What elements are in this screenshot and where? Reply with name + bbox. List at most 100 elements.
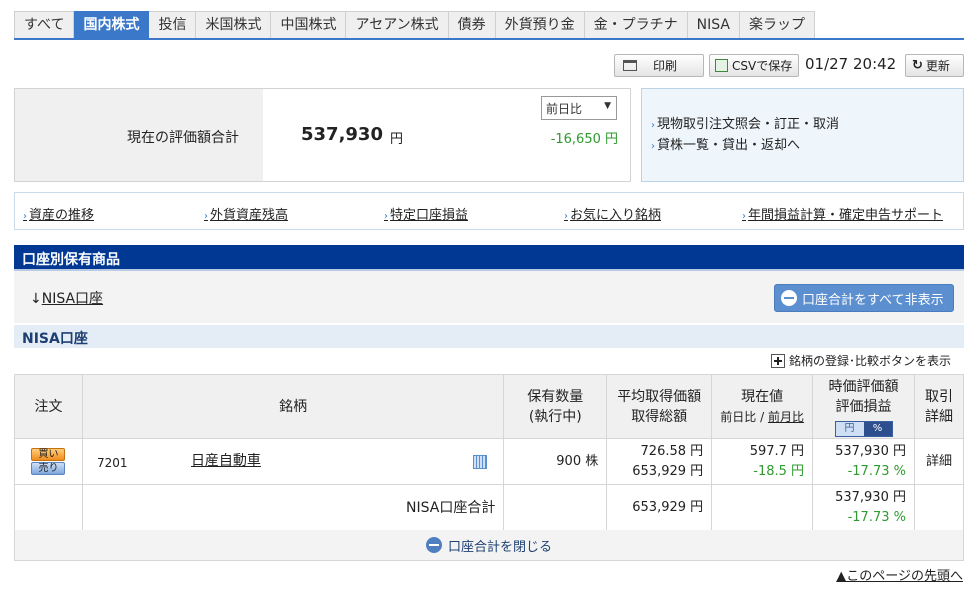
asset-history-label: 資産の推移	[29, 208, 95, 223]
executing-header-label: (執行中)	[528, 408, 582, 425]
tab-funds[interactable]: 投信	[149, 11, 197, 39]
order-inquiry-label: 現物取引注文照会・訂正・取消	[657, 117, 840, 132]
detail-link[interactable]: 詳細	[914, 438, 964, 485]
refresh-button[interactable]: ↻ 更新	[905, 54, 964, 77]
change-period-switch: 前日比 / 前月比	[712, 407, 812, 427]
sell-button[interactable]: 売り	[31, 462, 66, 475]
tab-us-stocks[interactable]: 米国株式	[196, 11, 272, 39]
tab-bonds[interactable]: 債券	[448, 11, 496, 39]
col-header-quantity: 保有数量 (執行中)	[503, 374, 608, 439]
last-updated-time: 01/27 20:42	[805, 55, 897, 73]
calculator-icon[interactable]	[472, 455, 487, 469]
compare-period-select[interactable]: 前日比 ▼	[541, 96, 617, 120]
stock-lending-link[interactable]: › 貸株一覧・貸出・返却へ	[651, 136, 963, 157]
arrow-right-icon: ›	[651, 120, 655, 131]
total-valuation-value: 537,930	[301, 124, 383, 145]
close-account-total-label: 口座合計を閉じる	[447, 539, 552, 555]
tab-domestic-stocks[interactable]: 国内株式	[74, 11, 150, 39]
refresh-label: 更新	[925, 59, 950, 73]
order-cell: 買い 売り	[14, 438, 83, 485]
account-total-value: 537,930 円	[835, 489, 906, 505]
empty-cell	[14, 484, 83, 531]
yen-percent-toggle: 円 %	[834, 420, 893, 437]
tab-china-stocks[interactable]: 中国株式	[271, 11, 347, 39]
buy-button[interactable]: 買い	[31, 448, 66, 461]
empty-cell	[503, 484, 608, 531]
fx-assets-label: 外貨資産残高	[210, 208, 289, 223]
csv-save-button[interactable]: CSVで保存	[709, 54, 799, 77]
tab-rakuwrap[interactable]: 楽ラップ	[739, 11, 815, 39]
tab-all[interactable]: すべて	[14, 11, 75, 39]
arrow-right-icon: ›	[23, 211, 27, 222]
table-row: 買い 売り 7201 日産自動車 900 株 726.58 円 653,929 …	[14, 438, 964, 485]
stock-code: 7201	[96, 456, 128, 470]
nisa-account-label: NISA口座	[41, 291, 104, 307]
tab-asean-stocks[interactable]: アセアン株式	[346, 11, 449, 39]
stock-lending-label: 貸株一覧・貸出・返却へ	[657, 138, 801, 153]
arrow-right-icon: ›	[742, 211, 746, 222]
total-cost-value: 653,929 円	[632, 463, 704, 479]
fx-assets-link[interactable]: › 外貨資産残高	[204, 204, 288, 223]
show-compare-buttons[interactable]: 銘柄の登録･比較ボタンを表示	[770, 352, 951, 369]
period-separator: /	[756, 409, 768, 424]
total-valuation-unit: 円	[390, 132, 404, 147]
average-price-cell: 726.58 円 653,929 円	[606, 438, 713, 485]
average-price-header-label: 平均取得価額	[617, 388, 702, 405]
favorites-link[interactable]: › お気に入り銘柄	[564, 204, 661, 223]
print-label: 印刷	[653, 59, 678, 73]
specific-account-pl-label: 特定口座損益	[390, 208, 469, 223]
account-total-valuation: 537,930 円 -17.73 %	[812, 484, 915, 531]
tab-underline	[14, 38, 964, 40]
pl-value: -17.73 %	[847, 463, 906, 479]
plus-icon	[770, 353, 785, 368]
favorites-label: お気に入り銘柄	[570, 208, 662, 223]
tax-support-link[interactable]: › 年間損益計算・確定申告サポート	[742, 204, 943, 223]
account-total-pl: -17.73 %	[847, 509, 906, 525]
col-header-average-price: 平均取得価額 取得総額	[606, 374, 713, 439]
hide-all-totals-button[interactable]: 口座合計をすべて非表示	[774, 284, 954, 312]
close-account-total-button[interactable]: 口座合計を閉じる	[14, 530, 964, 561]
valuation-header-label: 時価評価額	[828, 378, 899, 395]
total-cost-header-label: 取得総額	[631, 408, 688, 425]
asset-history-link[interactable]: › 資産の推移	[23, 204, 94, 223]
order-inquiry-link[interactable]: › 現物取引注文照会・訂正・取消	[651, 115, 963, 136]
month-change-option[interactable]: 前月比	[768, 410, 804, 424]
quick-links-panel: › 現物取引注文照会・訂正・取消 › 貸株一覧・貸出・返却へ	[641, 88, 964, 182]
quantity-cell: 900 株	[503, 438, 608, 485]
tab-fx-deposits[interactable]: 外貨預り金	[495, 11, 585, 39]
total-valuation-label: 現在の評価額合計	[127, 130, 239, 146]
arrow-right-icon: ›	[384, 211, 388, 222]
specific-account-pl-link[interactable]: › 特定口座損益	[384, 204, 468, 223]
account-header: NISA口座	[14, 325, 964, 348]
arrow-right-icon: ›	[204, 211, 208, 222]
account-total-label: NISA口座合計	[81, 484, 505, 531]
back-to-top-link[interactable]: ▲このページの先頭へ	[836, 565, 963, 584]
stock-name-link[interactable]: 日産自動車	[191, 451, 261, 471]
col-header-name: 銘柄	[81, 374, 505, 439]
col-header-valuation: 時価評価額 評価損益 円 %	[812, 374, 915, 439]
day-change-option[interactable]: 前日比	[720, 410, 756, 424]
toggle-yen[interactable]: 円	[835, 421, 864, 436]
valuation-value: 537,930 円	[835, 443, 906, 459]
col-header-history: 取引 詳細	[914, 374, 964, 439]
tab-nisa[interactable]: NISA	[687, 11, 740, 39]
compare-period-value: 前日比	[546, 102, 583, 116]
average-price-value: 726.58 円	[640, 443, 704, 459]
toggle-percent[interactable]: %	[863, 421, 892, 436]
table-header-row: 注文 銘柄 保有数量 (執行中) 平均取得価額 取得総額 現在値 前日比 / 前…	[14, 374, 964, 439]
arrow-down-icon: ↓	[30, 291, 42, 307]
refresh-icon: ↻	[912, 58, 923, 73]
print-button[interactable]: 印刷	[614, 54, 704, 77]
printer-icon	[623, 60, 637, 71]
col-header-current-price: 現在値 前日比 / 前月比	[711, 374, 814, 439]
col-header-order: 注文	[14, 374, 83, 439]
price-change-value: -18.5 円	[753, 463, 805, 479]
account-total-row: NISA口座合計 653,929 円 537,930 円 -17.73 %	[14, 484, 964, 531]
csv-label: CSVで保存	[732, 59, 793, 73]
tax-support-label: 年間損益計算・確定申告サポート	[748, 208, 944, 223]
detail-header-label: 詳細	[925, 408, 953, 425]
tab-gold-platinum[interactable]: 金・プラチナ	[584, 11, 688, 39]
nisa-account-link[interactable]: ↓NISA口座	[30, 288, 103, 308]
csv-icon	[715, 59, 728, 72]
section-title: 口座別保有商品	[14, 245, 964, 271]
